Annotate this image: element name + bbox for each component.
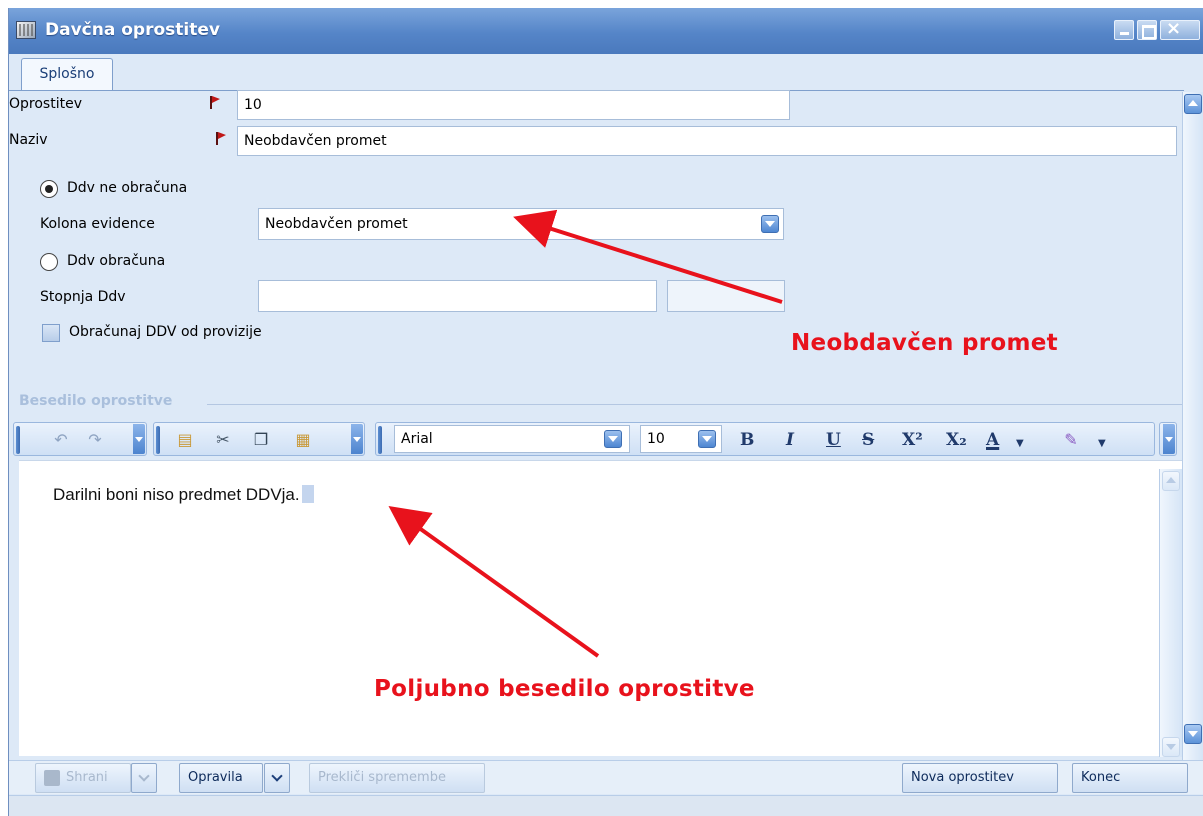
- save-disk-icon: [44, 770, 60, 786]
- editor-content[interactable]: Darilni boni niso predmet DDVja.: [53, 485, 314, 505]
- scroll-down-button[interactable]: [1184, 724, 1202, 744]
- copy-icon[interactable]: ❐: [252, 431, 270, 449]
- toolbar-overflow-button[interactable]: [351, 424, 363, 454]
- stopnja-ddv-label: Stopnja Ddv: [40, 289, 126, 305]
- font-family-value: Arial: [401, 431, 433, 447]
- font-dropdown-button[interactable]: [604, 430, 622, 448]
- app-icon: [16, 21, 36, 39]
- obracunaj-provizija-checkbox[interactable]: [42, 324, 60, 342]
- redo-icon[interactable]: ↷: [86, 431, 104, 449]
- editor-scroll-down-button[interactable]: [1162, 737, 1180, 757]
- window-title: Davčna oprostitev: [45, 20, 220, 40]
- paste-icon[interactable]: ▤: [176, 431, 194, 449]
- kolona-evidence-value: Neobdavčen promet: [265, 216, 408, 232]
- font-size-value: 10: [647, 431, 665, 447]
- kolona-evidence-label: Kolona evidence: [40, 216, 155, 232]
- paste-special-icon[interactable]: ▦: [294, 431, 312, 449]
- highlight-icon[interactable]: ✎: [1062, 431, 1080, 449]
- toolbar-grip[interactable]: [156, 426, 160, 454]
- naziv-label: Naziv: [9, 132, 48, 148]
- undo-icon[interactable]: ↶: [52, 431, 70, 449]
- toolbar-overflow-button[interactable]: [133, 424, 145, 454]
- kolona-evidence-select[interactable]: Neobdavčen promet: [258, 208, 784, 240]
- underline-icon[interactable]: U: [826, 431, 841, 449]
- toolbar-overflow-button[interactable]: [1163, 424, 1175, 454]
- toolbar-undo-group: ↶ ↷: [13, 422, 147, 456]
- radio-ddv-obracuna-label: Ddv obračuna: [67, 253, 166, 269]
- font-color-dropdown-icon[interactable]: ▼: [1016, 435, 1024, 453]
- radio-ddv-ne-obracuna[interactable]: [40, 180, 58, 198]
- toolbar-format-group: Arial 10 B I U S X² X₂ A ▼ ✎ ▼: [375, 422, 1155, 456]
- font-family-select[interactable]: Arial: [394, 425, 630, 453]
- superscript-icon[interactable]: X²: [902, 431, 923, 449]
- tasks-dropdown-button[interactable]: [264, 763, 290, 793]
- size-dropdown-button[interactable]: [698, 430, 716, 448]
- save-dropdown-button[interactable]: [131, 763, 157, 793]
- editor-scroll-up-button[interactable]: [1162, 471, 1180, 491]
- annotation-label-1: Neobdavčen promet: [791, 330, 1058, 356]
- strikethrough-icon[interactable]: S: [862, 431, 874, 449]
- status-bar: [9, 795, 1203, 816]
- subscript-icon[interactable]: X₂: [946, 431, 967, 449]
- highlight-dropdown-icon[interactable]: ▼: [1098, 435, 1106, 453]
- tab-splosno[interactable]: Splošno: [21, 58, 113, 91]
- required-flag-icon: [209, 96, 220, 110]
- minimize-button[interactable]: [1114, 20, 1134, 40]
- kolona-dropdown-button[interactable]: [761, 215, 779, 233]
- annotation-label-2: Poljubno besedilo oprostitve: [374, 676, 755, 702]
- besedilo-section-title: Besedilo oprostitve: [19, 393, 173, 409]
- cancel-changes-button[interactable]: Prekliči spremembe: [309, 763, 485, 793]
- close-window-button[interactable]: [1160, 18, 1200, 40]
- section-divider: [207, 404, 1187, 405]
- stopnja-ddv-field[interactable]: [258, 280, 657, 312]
- close-button[interactable]: Konec: [1072, 763, 1188, 793]
- toolbar-grip[interactable]: [378, 426, 382, 454]
- cut-icon[interactable]: ✂: [214, 431, 232, 449]
- radio-ddv-obracuna[interactable]: [40, 253, 58, 271]
- action-bar: Shrani Opravila Prekliči spremembe Nova …: [9, 760, 1203, 794]
- radio-ddv-ne-obracuna-label: Ddv ne obračuna: [67, 180, 188, 196]
- maximize-button[interactable]: [1137, 20, 1157, 40]
- font-color-icon[interactable]: A: [986, 431, 999, 449]
- toolbar-grip[interactable]: [16, 426, 20, 454]
- oprostitev-field[interactable]: 10: [237, 90, 790, 120]
- bold-icon[interactable]: B: [740, 431, 754, 449]
- save-button[interactable]: Shrani: [35, 763, 131, 793]
- editor-scrollbar[interactable]: [1159, 469, 1183, 757]
- oprostitev-label: Oprostitev: [9, 96, 82, 112]
- required-flag-icon: [215, 132, 226, 146]
- toolbar-clipboard-group: ▤ ✂ ❐ ▦: [153, 422, 365, 456]
- rich-text-editor[interactable]: Darilni boni niso predmet DDVja.: [19, 460, 1184, 757]
- tasks-button[interactable]: Opravila: [179, 763, 263, 793]
- title-bar[interactable]: Davčna oprostitev: [9, 8, 1203, 54]
- new-exemption-button[interactable]: Nova oprostitev: [902, 763, 1058, 793]
- stopnja-ddv-rate-field: [667, 280, 785, 312]
- text-cursor: [301, 485, 314, 503]
- obracunaj-provizija-label: Obračunaj DDV od provizije: [69, 324, 262, 340]
- italic-icon[interactable]: I: [786, 431, 794, 449]
- toolbar-overflow[interactable]: [1159, 422, 1177, 456]
- scroll-up-button[interactable]: [1184, 94, 1202, 114]
- main-scrollbar[interactable]: [1182, 92, 1203, 760]
- naziv-field[interactable]: Neobdavčen promet: [237, 126, 1177, 156]
